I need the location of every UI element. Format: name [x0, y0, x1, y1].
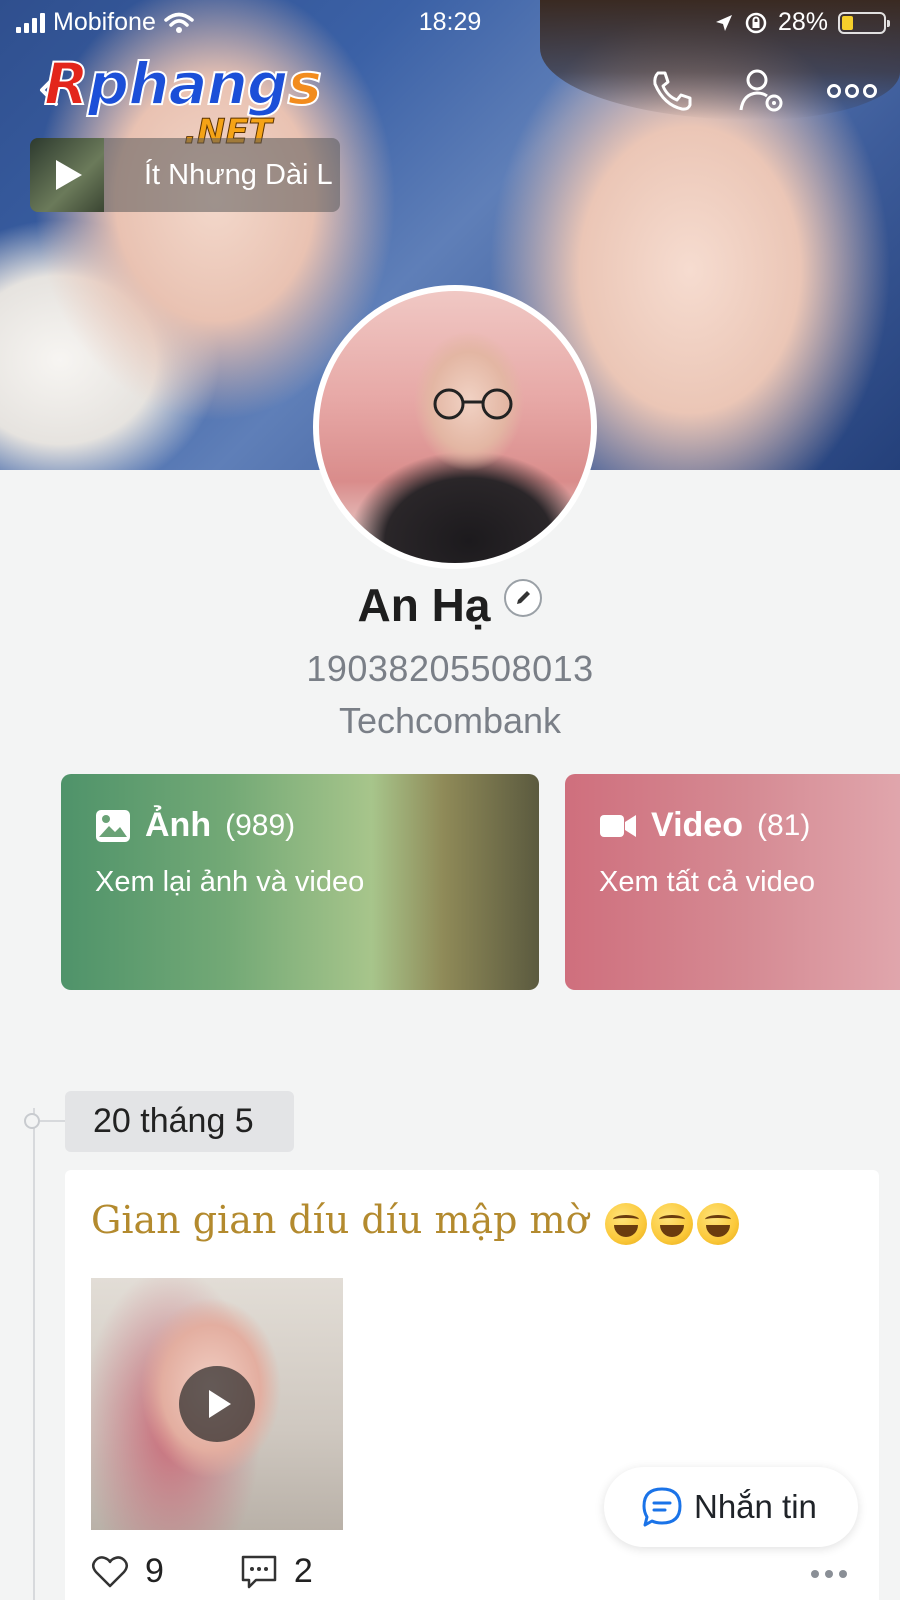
laughing-emoji-icon [696, 1202, 739, 1245]
photos-card[interactable]: Ảnh (989) Xem lại ảnh và video [61, 774, 539, 990]
watermark-brand: Rphangs [43, 50, 323, 118]
music-title: Ít Nhưng Dài L [144, 158, 333, 191]
videos-card[interactable]: Video (81) Xem tất cả video [565, 774, 900, 990]
comment-icon[interactable] [240, 1554, 278, 1590]
music-cover-thumbnail[interactable] [30, 138, 104, 212]
photos-card-subtitle: Xem lại ảnh và video [95, 866, 365, 898]
profile-music-player[interactable]: Ít Nhưng Dài L [30, 138, 340, 212]
videos-card-title: Video [651, 806, 743, 844]
rotation-lock-icon [745, 12, 767, 33]
profile-name-row: An Hạ [0, 578, 900, 632]
videos-card-subtitle: Xem tất cả video [599, 866, 815, 898]
profile-name: An Hạ [357, 579, 491, 631]
laughing-emoji-icon [650, 1202, 693, 1245]
post-caption: Gian gian díu díu mập mờ [91, 1198, 589, 1242]
avatar[interactable] [313, 285, 597, 569]
battery-level [842, 15, 854, 30]
video-camera-icon [600, 814, 636, 837]
message-button[interactable]: Nhắn tin [604, 1467, 858, 1547]
timeline-line [33, 1108, 35, 1600]
avatar-photo-detail [433, 388, 513, 420]
profile-settings-button[interactable] [732, 64, 792, 118]
message-button-label: Nhắn tin [694, 1488, 817, 1525]
post-text: Gian gian díu díu mập mờ [91, 1198, 739, 1245]
laughing-emoji-icon [604, 1202, 647, 1245]
play-icon [56, 160, 82, 190]
pencil-icon [517, 591, 531, 604]
account-number: 19038205508013 [306, 648, 594, 689]
post-emojis [601, 1198, 739, 1245]
videos-card-count: (81) [756, 808, 811, 842]
status-bar-right: 28% [714, 8, 890, 37]
post-video-thumbnail[interactable] [91, 1278, 343, 1530]
location-icon [715, 14, 732, 31]
videos-card-header: Video (81) [599, 806, 810, 845]
phone-icon [653, 71, 692, 111]
timeline-date: 20 tháng 5 [65, 1091, 294, 1152]
timeline-dot [24, 1113, 40, 1129]
user-settings-icon [739, 69, 783, 112]
like-count: 9 [145, 1552, 164, 1590]
comment-count: 2 [293, 1552, 313, 1590]
post-reactions: 9 2 [91, 1552, 313, 1591]
battery-percent: 28% [777, 8, 828, 36]
photos-card-count: (989) [225, 808, 296, 842]
call-button[interactable] [642, 64, 702, 118]
photos-card-header: Ảnh (989) [95, 806, 295, 845]
more-icon [827, 84, 877, 98]
status-bar: Mobifone 18:29 28% [0, 0, 900, 44]
bank-name: Techcombank [338, 700, 562, 741]
image-icon [96, 809, 130, 842]
more-options-button[interactable] [822, 64, 882, 118]
battery-icon [838, 11, 890, 34]
post-more-icon[interactable] [811, 1570, 847, 1578]
timeline-connector [40, 1120, 65, 1122]
heart-icon[interactable] [91, 1555, 129, 1589]
top-actions [642, 64, 882, 118]
edit-name-button[interactable] [504, 579, 543, 617]
photos-card-title: Ảnh [145, 806, 212, 844]
chat-bubble-icon [642, 1487, 682, 1527]
play-button-icon[interactable] [179, 1366, 255, 1442]
